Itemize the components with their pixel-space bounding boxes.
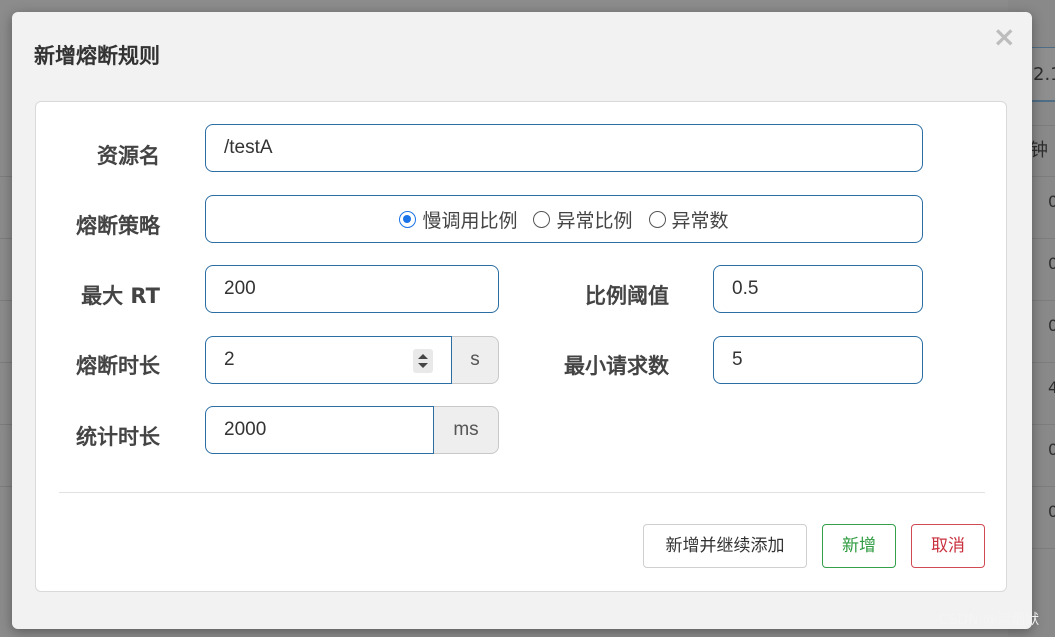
add-and-continue-button[interactable]: 新增并继续添加	[643, 524, 807, 568]
background-row-line	[0, 238, 12, 239]
background-row-line	[0, 362, 12, 363]
background-row-line	[0, 486, 12, 487]
background-tab-underline	[1028, 100, 1055, 102]
break-duration-value: 2	[224, 349, 235, 370]
break-duration-unit: s	[452, 336, 499, 384]
max-rt-input[interactable]: 200	[205, 265, 499, 313]
strategy-option-label: 异常比例	[556, 209, 633, 232]
footer-divider	[59, 492, 985, 493]
background-row-line	[0, 424, 12, 425]
strategy-label: 熔断策略	[76, 214, 160, 238]
strategy-option-label: 异常数	[671, 209, 729, 232]
radio-unchecked-icon[interactable]	[533, 210, 551, 228]
strategy-option-error-count[interactable]: 异常数	[648, 206, 729, 233]
min-requests-label: 最小请求数	[564, 354, 669, 378]
strategy-option-error-ratio[interactable]: 异常比例	[533, 206, 633, 233]
ratio-threshold-input[interactable]: 0.5	[713, 265, 923, 313]
ratio-threshold-label: 比例阈值	[585, 284, 669, 308]
max-rt-label: 最大 RT	[81, 284, 160, 308]
background-row-line	[0, 300, 12, 301]
number-spinner-icon[interactable]	[413, 349, 433, 373]
add-circuit-breaker-rule-dialog: 新增熔断规则 × 资源名 /testA 熔断策略 慢调用比例 异常比例 异常数 …	[12, 12, 1032, 629]
form-panel: 资源名 /testA 熔断策略 慢调用比例 异常比例 异常数 最大 RT 200…	[35, 101, 1007, 592]
cancel-button[interactable]: 取消	[911, 524, 985, 568]
min-requests-input[interactable]: 5	[713, 336, 923, 384]
stat-duration-input[interactable]: 2000	[205, 406, 434, 454]
strategy-radio-group: 慢调用比例 异常比例 异常数	[205, 195, 923, 243]
resource-name-label: 资源名	[97, 144, 160, 168]
radio-checked-icon[interactable]	[399, 210, 417, 228]
background-tab: 2.1	[1028, 47, 1055, 101]
break-duration-label: 熔断时长	[76, 354, 160, 378]
strategy-option-label: 慢调用比例	[422, 209, 518, 232]
background-row-line	[0, 176, 12, 177]
resource-name-input[interactable]: /testA	[205, 124, 923, 172]
strategy-option-slow-ratio[interactable]: 慢调用比例	[399, 206, 517, 233]
break-duration-input[interactable]: 2	[205, 336, 452, 384]
radio-unchecked-icon[interactable]	[648, 210, 666, 228]
dialog-title: 新增熔断规则	[34, 44, 160, 68]
close-icon[interactable]: ×	[993, 23, 1016, 51]
stat-duration-unit: ms	[434, 406, 499, 454]
add-button[interactable]: 新增	[822, 524, 896, 568]
watermark: CSDN @流烟默	[938, 612, 1039, 628]
stat-duration-label: 统计时长	[76, 425, 160, 449]
